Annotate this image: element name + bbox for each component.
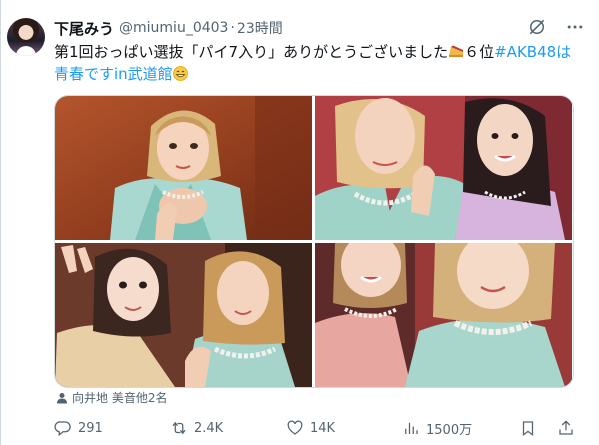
- tagged-users[interactable]: 向井地 美音他2名: [56, 389, 167, 406]
- grin-emoji: [172, 65, 188, 81]
- tweet-rank: ６位: [464, 43, 495, 61]
- like-button[interactable]: 14K: [286, 419, 335, 437]
- share-icon: [559, 420, 573, 435]
- separator-dot: ·: [230, 20, 235, 36]
- tweet-top-actions: [527, 17, 585, 41]
- reply-count: 291: [78, 420, 103, 436]
- bookmark-icon: [522, 421, 534, 437]
- person-icon: [57, 392, 67, 403]
- tweet-time[interactable]: 23時間: [237, 18, 283, 38]
- tweet-text: 第1回おっぱい選抜「パイ7入り」ありがとうございました ６位#AKB48は青春です…: [54, 41, 574, 85]
- photo-1[interactable]: [55, 96, 312, 240]
- like-count: 14K: [310, 420, 336, 436]
- share-button[interactable]: [557, 419, 575, 437]
- author-handle[interactable]: @miumiu_0403: [119, 20, 228, 36]
- photo-3[interactable]: [55, 243, 312, 387]
- pie-emoji: [448, 42, 464, 57]
- views-button[interactable]: 1500万: [402, 419, 472, 438]
- bookmark-button[interactable]: [519, 419, 537, 437]
- tweet-text-body: 第1回おっぱい選抜「パイ7入り」ありがとうございました: [54, 43, 449, 61]
- like-icon: [287, 420, 303, 435]
- tagged-users-label: 向井地 美音他2名: [72, 391, 168, 405]
- reply-icon: [54, 421, 71, 437]
- grok-icon[interactable]: [527, 17, 547, 41]
- more-icon[interactable]: [565, 17, 585, 41]
- photo-4[interactable]: [315, 243, 572, 387]
- media-grid: [54, 95, 574, 388]
- avatar[interactable]: [7, 18, 45, 56]
- reply-button[interactable]: 291: [54, 419, 103, 437]
- tweet-actions: 291 2.4K 14K 1500万: [54, 417, 579, 439]
- repost-button[interactable]: 2.4K: [170, 419, 223, 437]
- photo-2[interactable]: [315, 96, 572, 240]
- tweet-header: 下尾みう @miumiu_0403 · 23時間: [54, 17, 283, 39]
- views-icon: [405, 422, 418, 434]
- thread-line: [0, 0, 1, 445]
- repost-icon: [172, 421, 186, 435]
- author-name[interactable]: 下尾みう: [54, 18, 114, 39]
- views-count: 1500万: [426, 422, 473, 438]
- repost-count: 2.4K: [194, 420, 224, 436]
